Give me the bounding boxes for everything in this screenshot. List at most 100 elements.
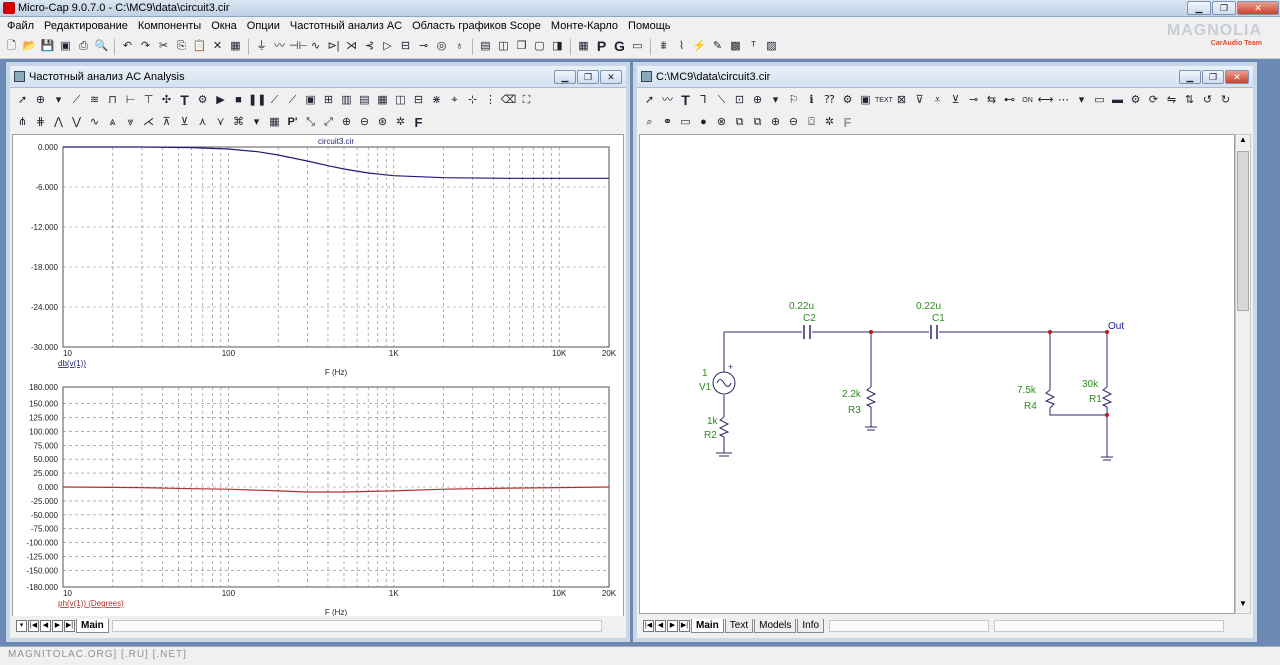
marker-icon[interactable]: ⋇ <box>428 92 445 109</box>
dropdown-icon[interactable]: ▾ <box>1073 92 1090 109</box>
switch-icon[interactable]: ♁ <box>451 38 468 55</box>
wire-icon[interactable]: 〰 <box>659 92 676 109</box>
subscript-icon[interactable]: ᵀ <box>745 38 762 55</box>
data-points-icon[interactable]: ⟋ <box>68 92 85 109</box>
vertical-tag-icon[interactable]: ⤢ <box>320 114 337 131</box>
digital-icon[interactable]: ⩩ <box>655 38 672 55</box>
open-folder-icon[interactable]: 📂 <box>21 38 38 55</box>
hide-pins-icon[interactable]: ⊷ <box>1001 92 1018 109</box>
nav-first-icon[interactable]: |◀ <box>28 620 39 632</box>
maximize-button[interactable]: ❐ <box>1212 1 1236 15</box>
rows-icon[interactable]: ▤ <box>356 92 373 109</box>
scroll-down-icon[interactable]: ▼ <box>1236 599 1250 613</box>
camera-icon[interactable]: ⌼ <box>803 114 820 131</box>
rotate-right-icon[interactable]: ↻ <box>1217 92 1234 109</box>
nav-last-icon[interactable]: ▶| <box>679 620 690 632</box>
print-icon[interactable]: ⎙ <box>75 38 92 55</box>
component-editor-icon[interactable]: ⚡ <box>691 38 708 55</box>
help-icon[interactable]: ⁇ <box>821 92 838 109</box>
high-icon[interactable]: ⋀ <box>50 114 67 131</box>
point-tag-icon[interactable]: P' <box>284 114 301 131</box>
cursor2-icon[interactable]: ⊹ <box>464 92 481 109</box>
dropdown-icon[interactable]: ▾ <box>767 92 784 109</box>
bus-icon[interactable]: ⊡ <box>731 92 748 109</box>
nav-next-icon[interactable]: ▶ <box>52 620 63 632</box>
nav-next-icon[interactable]: ▶ <box>667 620 678 632</box>
print-preview-icon[interactable]: 🔍 <box>93 38 110 55</box>
currents-icon[interactable]: ⩡ <box>929 92 946 109</box>
menu-help[interactable]: Помощь <box>623 20 676 32</box>
image-icon[interactable]: ▩ <box>727 38 744 55</box>
g-icon[interactable]: G <box>611 38 628 55</box>
nav-first-icon[interactable]: |◀ <box>643 620 654 632</box>
title-block-icon[interactable]: ▬ <box>1109 92 1126 109</box>
voltages-icon[interactable]: ⊽ <box>911 92 928 109</box>
sine-source-icon[interactable]: ◎ <box>433 38 450 55</box>
new-file-icon[interactable]: 🗋 <box>3 38 20 55</box>
copy-icon[interactable]: ⎘ <box>173 38 190 55</box>
undo-icon[interactable]: ↶ <box>119 38 136 55</box>
window-icon[interactable]: ▢ <box>531 38 548 55</box>
horizontal-tag-icon[interactable]: ⤡ <box>302 114 319 131</box>
select-arrow-icon[interactable]: ➚ <box>641 92 658 109</box>
schem-close-button[interactable]: ✕ <box>1225 70 1249 84</box>
schem-hscroll-left[interactable] <box>829 620 990 632</box>
calculator-icon[interactable]: ▦ <box>575 38 592 55</box>
peak-icon[interactable]: ⋔ <box>14 114 31 131</box>
zoom-out-icon[interactable]: ⊖ <box>785 114 802 131</box>
transistor-icon[interactable]: ⋊ <box>343 38 360 55</box>
close-button[interactable]: ✕ <box>1237 1 1279 15</box>
cut-icon[interactable]: ✂ <box>155 38 172 55</box>
stack-icon[interactable]: ⧉ <box>731 114 748 131</box>
delete-icon[interactable]: ✕ <box>209 38 226 55</box>
zoom-in-icon[interactable]: ⊕ <box>767 114 784 131</box>
text-icon[interactable]: T <box>176 92 193 109</box>
tab-text[interactable]: Text <box>724 619 754 633</box>
text-icon[interactable]: T <box>677 92 694 109</box>
battery-icon[interactable]: ⊟ <box>397 38 414 55</box>
table-icon[interactable]: ▦ <box>374 92 391 109</box>
border-icon[interactable]: ▭ <box>1091 92 1108 109</box>
power-icon[interactable]: ⊻ <box>947 92 964 109</box>
mirror-icon[interactable]: ⇋ <box>1163 92 1180 109</box>
tab-main[interactable]: Main <box>691 619 724 633</box>
ground-icon[interactable]: ⏚ <box>253 38 270 55</box>
menu-monte-carlo[interactable]: Монте-Карло <box>546 20 623 32</box>
select-arrow-icon[interactable]: ➚ <box>14 92 31 109</box>
monitor-icon[interactable]: ▭ <box>677 114 694 131</box>
warning-icon[interactable]: ● <box>695 114 712 131</box>
paste-icon[interactable]: 📋 <box>191 38 208 55</box>
settings-icon[interactable]: ✲ <box>821 114 838 131</box>
cursor-mode-icon[interactable]: ⌘ <box>230 114 247 131</box>
nav-prev-icon[interactable]: ◀ <box>40 620 51 632</box>
tile-horizontal-icon[interactable]: ▤ <box>477 38 494 55</box>
tile-vertical-icon[interactable]: ◫ <box>495 38 512 55</box>
scroll-up-icon[interactable]: ▲ <box>1236 135 1250 149</box>
zoom-fit-icon[interactable]: ⛶ <box>518 92 535 109</box>
pin-connections-icon[interactable]: ⇆ <box>983 92 1000 109</box>
go-to-y-icon[interactable]: ⋎ <box>212 114 229 131</box>
error-icon[interactable]: ⊗ <box>713 114 730 131</box>
menu-ac-analysis[interactable]: Частотный анализ AC <box>285 20 407 32</box>
horizontal-axis-icon[interactable]: ⊢ <box>122 92 139 109</box>
font-icon[interactable]: F <box>410 114 427 131</box>
grid-icon[interactable]: ⋯ <box>1055 92 1072 109</box>
tokens-icon[interactable]: ≋ <box>86 92 103 109</box>
scroll-thumb[interactable] <box>1237 151 1249 311</box>
resistor-R1[interactable] <box>1101 386 1113 408</box>
trace-icon[interactable]: ⋮ <box>482 92 499 109</box>
capacitor-C1[interactable] <box>930 325 938 339</box>
bottom-icon[interactable]: ⊻ <box>176 114 193 131</box>
dropdown-icon[interactable]: ▾ <box>248 114 265 131</box>
pause-icon[interactable]: ❚❚ <box>248 92 266 109</box>
stop-icon[interactable]: ■ <box>230 92 247 109</box>
rotate-icon[interactable]: ⟳ <box>1145 92 1162 109</box>
save-icon[interactable]: 💾 <box>39 38 56 55</box>
npn-icon[interactable]: ⊰ <box>361 38 378 55</box>
erase-icon[interactable]: ⌫ <box>500 92 517 109</box>
ruler-icon[interactable]: ⊓ <box>104 92 121 109</box>
capacitor-C2[interactable] <box>803 325 811 339</box>
region-icon[interactable]: ⊕ <box>749 92 766 109</box>
grid-text-icon[interactable]: ⟷ <box>1037 92 1054 109</box>
global-high-icon[interactable]: ⩓ <box>104 114 121 131</box>
